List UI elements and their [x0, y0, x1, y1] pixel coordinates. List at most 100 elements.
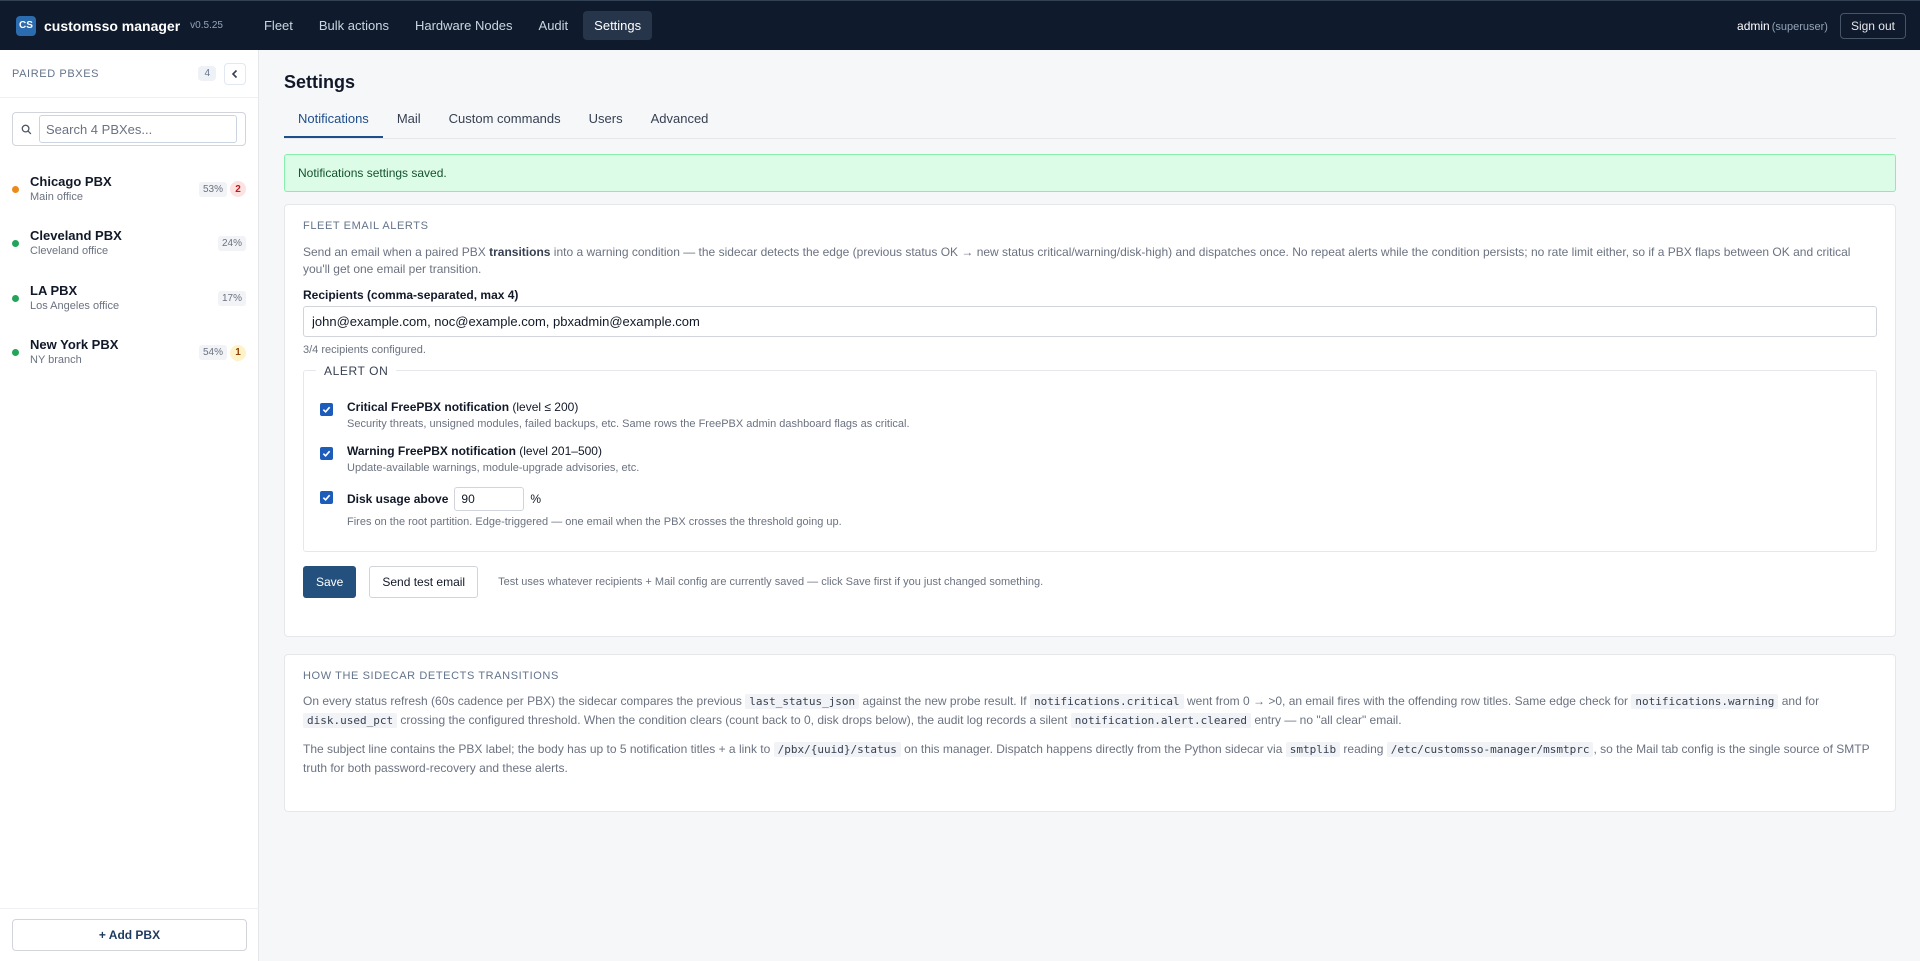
pbx-item-chicago[interactable]: Chicago PBX Main office 53% 2 [0, 162, 258, 217]
pbx-text: LA PBX Los Angeles office [30, 283, 218, 314]
pbx-name: Chicago PBX [30, 173, 112, 189]
body-text-segment: entry — no "all clear" email. [1250, 713, 1402, 727]
section-title: HOW THE SIDECAR DETECTS TRANSITIONS [303, 670, 559, 682]
pbx-item-cleveland[interactable]: Cleveland PBX Cleveland office 24% [0, 217, 258, 272]
pbx-name: LA PBX [30, 282, 78, 298]
disk-pct-badge: 53% [198, 181, 227, 197]
sidebar-title: PAIRED PBXES [12, 67, 100, 80]
search-icon [13, 113, 39, 145]
disk-pct-badge: 17% [217, 290, 246, 306]
app-name: customsso manager [44, 17, 181, 34]
desc-text: Send an email when a paired PBX [303, 245, 490, 259]
disk-unit: % [530, 491, 542, 506]
pbx-text: Cleveland PBX Cleveland office [30, 228, 218, 259]
user-role: (superuser) [1771, 20, 1828, 33]
status-dot [12, 349, 19, 357]
nav-audit[interactable]: Audit [528, 11, 580, 40]
body-text-segment: on this manager. Dispatch happens direct… [900, 742, 1286, 756]
option-description: Fires on the root partition. Edge-trigge… [347, 516, 842, 528]
check-icon [322, 406, 331, 414]
pbx-text: New York PBX NY branch [30, 337, 199, 368]
status-dot [12, 185, 19, 193]
send-test-email-button[interactable]: Send test email [369, 566, 479, 598]
form-actions: Save Send test email Test uses whatever … [303, 566, 1877, 598]
inline-code: notifications.critical [1029, 694, 1184, 709]
option-qualifier: (level 201–500) [515, 444, 602, 458]
tab-mail[interactable]: Mail [383, 104, 435, 138]
option-text: Disk usage above % Fires on the root par… [347, 487, 842, 531]
disk-pct-badge: 54% [198, 345, 227, 361]
status-dot [12, 294, 19, 302]
pbx-location: Cleveland office [30, 245, 109, 258]
option-text: Critical FreePBX notification (level ≤ 2… [347, 399, 910, 433]
chevron-left-icon [231, 69, 238, 78]
how-paragraph-1: On every status refresh (60s cadence per… [303, 692, 1877, 730]
sidebar: PAIRED PBXES 4 Chicago PBX Main office 5… [0, 50, 259, 961]
tab-custom-commands[interactable]: Custom commands [435, 104, 575, 138]
app-version: v0.5.25 [190, 20, 223, 31]
body-text-segment: crossing the configured threshold. When … [397, 713, 1071, 727]
tab-notifications[interactable]: Notifications [284, 104, 383, 138]
pbx-text: Chicago PBX Main office [30, 174, 199, 205]
recipients-label: Recipients (comma-separated, max 4) [303, 288, 519, 302]
pbx-name: New York PBX [30, 337, 119, 353]
option-text: Warning FreePBX notification (level 201–… [347, 443, 639, 477]
option-title-bold: Critical FreePBX notification [347, 400, 510, 414]
option-title-bold: Disk usage above [347, 491, 449, 506]
body-text-segment: went from 0 → >0, an email fires with th… [1183, 694, 1632, 708]
pbx-location: Los Angeles office [30, 299, 120, 312]
tab-advanced[interactable]: Advanced [637, 104, 723, 138]
current-user: admin (superuser) [1737, 19, 1828, 33]
check-icon [322, 494, 331, 502]
body-text-segment: The subject line contains the PBX label;… [303, 742, 774, 756]
pbx-location: NY branch [30, 354, 82, 367]
nav-bulk-actions[interactable]: Bulk actions [308, 11, 400, 40]
pbx-location: Main office [30, 190, 83, 203]
collapse-sidebar-button[interactable] [224, 62, 246, 85]
user-area: admin (superuser) Sign out [1737, 12, 1906, 39]
tab-users[interactable]: Users [575, 104, 637, 138]
success-toast: Notifications settings saved. [284, 154, 1896, 192]
app-logo: CS [16, 15, 36, 36]
nav-settings[interactable]: Settings [583, 11, 653, 40]
option-title-bold: Warning FreePBX notification [347, 444, 516, 458]
page-title: Settings [284, 72, 356, 92]
option-description: Update-available warnings, module-upgrad… [347, 462, 640, 474]
top-bar: CS customsso manager v0.5.25 Fleet Bulk … [0, 0, 1920, 50]
inline-code: /etc/customsso-manager/msmtprc [1386, 742, 1594, 757]
pbx-item-la[interactable]: LA PBX Los Angeles office 17% [0, 271, 258, 326]
nav-hardware-nodes[interactable]: Hardware Nodes [404, 11, 524, 40]
check-icon [322, 450, 331, 458]
nav-fleet[interactable]: Fleet [253, 11, 304, 40]
body-text-segment: On every status refresh (60s cadence per… [303, 694, 746, 708]
disk-row: Disk usage above % [347, 487, 842, 511]
disk-pct-badge: 24% [217, 236, 246, 252]
disk-checkbox[interactable] [320, 491, 333, 504]
option-critical: Critical FreePBX notification (level ≤ 2… [320, 399, 1860, 433]
sign-out-button[interactable]: Sign out [1839, 12, 1906, 39]
option-qualifier: (level ≤ 200) [509, 400, 579, 414]
option-title: Critical FreePBX notification (level ≤ 2… [347, 399, 910, 416]
disk-threshold-input[interactable] [454, 487, 525, 511]
pbx-item-new-york[interactable]: New York PBX NY branch 54% 1 [0, 326, 258, 381]
warning-checkbox[interactable] [320, 447, 333, 460]
alerts-description: Send an email when a paired PBX transiti… [303, 244, 1877, 278]
critical-count-badge: 2 [230, 181, 246, 198]
inline-code: notification.alert.cleared [1070, 713, 1251, 728]
how-it-works-card: HOW THE SIDECAR DETECTS TRANSITIONS On e… [284, 654, 1896, 812]
inline-code: disk.used_pct [303, 713, 398, 728]
settings-tabs: Notifications Mail Custom commands Users… [284, 104, 1896, 139]
main-content: Settings Notifications Mail Custom comma… [284, 50, 1896, 812]
add-pbx-button[interactable]: + Add PBX [12, 919, 247, 951]
how-paragraph-2: The subject line contains the PBX label;… [303, 740, 1877, 778]
critical-checkbox[interactable] [320, 403, 333, 416]
body-text-segment: and for [1778, 694, 1820, 708]
inline-code: notifications.warning [1631, 694, 1779, 709]
pbx-search-input[interactable] [39, 115, 237, 143]
recipients-input[interactable] [303, 306, 1877, 337]
sidebar-footer-divider [0, 908, 259, 909]
pbx-search [12, 112, 246, 146]
save-button[interactable]: Save [303, 566, 357, 598]
body-text-segment: reading [1340, 742, 1387, 756]
user-name: admin [1737, 18, 1770, 33]
